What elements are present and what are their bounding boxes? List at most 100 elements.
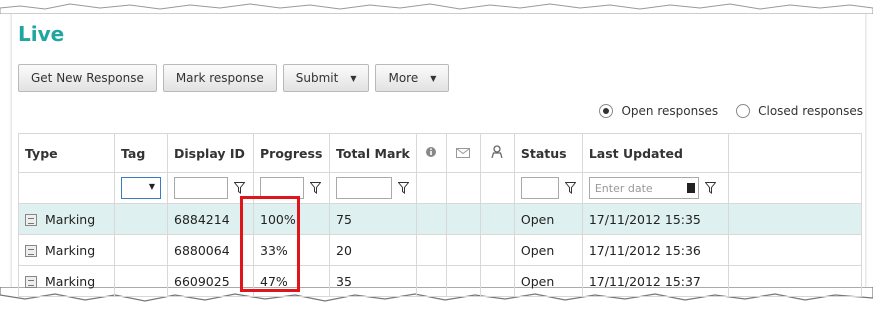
mark-response-label: Mark response [175,71,264,85]
column-header-user[interactable] [479,133,515,173]
cell-last-updated: 17/11/2012 15:37 [581,265,729,297]
cell-message [445,203,481,235]
cell-status: Open [513,203,583,235]
cell-progress: 33% [253,234,330,266]
open-responses-radio[interactable] [599,104,614,118]
filter-cell-progress [253,172,330,204]
cell-total-mark: 35 [329,265,417,297]
tag-filter-dropdown[interactable] [121,177,161,199]
mark-response-button[interactable]: Mark response [162,64,277,92]
cell-display-id: 6609025 [167,265,254,297]
funnel-icon[interactable] [704,182,716,194]
more-label: More [388,71,419,85]
display-id-filter-input[interactable] [174,177,228,199]
funnel-icon[interactable] [397,182,409,194]
chevron-down-icon: ▼ [430,73,437,83]
header-row: Type Tag Display ID Progress Total Mark … [18,133,863,173]
cell-total-mark: 75 [329,203,417,235]
column-header-total-mark[interactable]: Total Mark [329,133,417,173]
progress-filter-input[interactable] [260,177,304,199]
funnel-icon[interactable] [309,182,321,194]
document-icon [25,214,37,226]
cell-progress: 100% [253,203,330,235]
date-filter-input[interactable]: Enter date [588,177,699,199]
cell-user [479,265,515,297]
get-new-response-label: Get New Response [31,71,144,85]
chevron-down-icon: ▼ [350,73,357,83]
cell-spacer [727,265,863,297]
filter-cell-total-mark [329,172,417,204]
submit-label: Submit [295,71,339,85]
filter-cell-user [479,172,515,204]
cell-spacer [727,203,863,235]
cell-type-text: Marking [45,211,96,227]
cell-type: Marking [18,234,115,266]
cell-tag [114,265,168,297]
responses-table: Type Tag Display ID Progress Total Mark … [18,133,863,297]
table-row[interactable]: Marking 6880064 33% 20 Open 17/11/2012 1… [18,234,863,266]
cell-status: Open [513,234,583,266]
response-status-filter: Open responses Closed responses [589,104,863,118]
open-responses-option[interactable]: Open responses [599,104,718,118]
column-header-message[interactable] [445,133,481,173]
filter-cell-info [415,172,447,204]
column-header-display-id[interactable]: Display ID [167,133,254,173]
cell-display-id: 6884214 [167,203,254,235]
cell-info [415,203,447,235]
toolbar: Get New Response Mark response Submit ▼ … [18,64,450,92]
cell-last-updated: 17/11/2012 15:35 [581,203,729,235]
status-filter-input[interactable] [520,177,559,199]
column-header-spacer [727,133,863,173]
cell-last-updated: 17/11/2012 15:36 [581,234,729,266]
calendar-icon[interactable] [686,183,695,193]
cell-info [415,234,447,266]
more-button[interactable]: More ▼ [375,64,450,92]
info-icon [426,146,437,157]
closed-responses-radio[interactable] [736,104,751,118]
column-header-type[interactable]: Type [18,133,115,173]
cell-type: Marking [18,203,115,235]
cell-type: Marking [18,265,115,297]
cell-type-text: Marking [45,242,96,258]
closed-responses-option[interactable]: Closed responses [736,104,863,118]
cell-message [445,234,481,266]
date-filter-placeholder: Enter date [594,181,653,195]
filter-cell-spacer [727,172,863,204]
filter-cell-type [18,172,115,204]
page-title: Live [18,22,65,46]
total-mark-filter-input[interactable] [336,177,392,199]
closed-responses-label: Closed responses [758,104,863,118]
column-header-progress[interactable]: Progress [253,133,330,173]
cell-type-text: Marking [45,273,96,289]
table-row[interactable]: Marking 6609025 47% 35 Open 17/11/2012 1… [18,265,863,297]
cell-progress: 47% [253,265,330,297]
cell-display-id: 6880064 [167,234,254,266]
person-icon [491,145,503,159]
column-header-info[interactable] [415,133,447,173]
cell-spacer [727,234,863,266]
cell-info [415,265,447,297]
cell-message [445,265,481,297]
filter-row: Enter date [18,172,863,204]
column-header-last-updated[interactable]: Last Updated [581,133,729,173]
funnel-icon[interactable] [564,182,576,194]
column-header-status[interactable]: Status [513,133,583,173]
filter-cell-message [445,172,481,204]
table-row[interactable]: Marking 6884214 100% 75 Open 17/11/2012 … [18,203,863,235]
get-new-response-button[interactable]: Get New Response [18,64,157,92]
filter-cell-status [513,172,583,204]
cell-user [479,203,515,235]
submit-button[interactable]: Submit ▼ [282,64,370,92]
cell-total-mark: 20 [329,234,417,266]
column-header-tag[interactable]: Tag [114,133,168,173]
cell-tag [114,234,168,266]
filter-cell-display-id [167,172,254,204]
funnel-icon[interactable] [233,182,245,194]
open-responses-label: Open responses [621,104,719,118]
torn-edge-top [0,3,873,14]
cell-tag [114,203,168,235]
filter-cell-tag [114,172,168,204]
cell-status: Open [513,265,583,297]
document-icon [25,245,37,257]
cell-user [479,234,515,266]
